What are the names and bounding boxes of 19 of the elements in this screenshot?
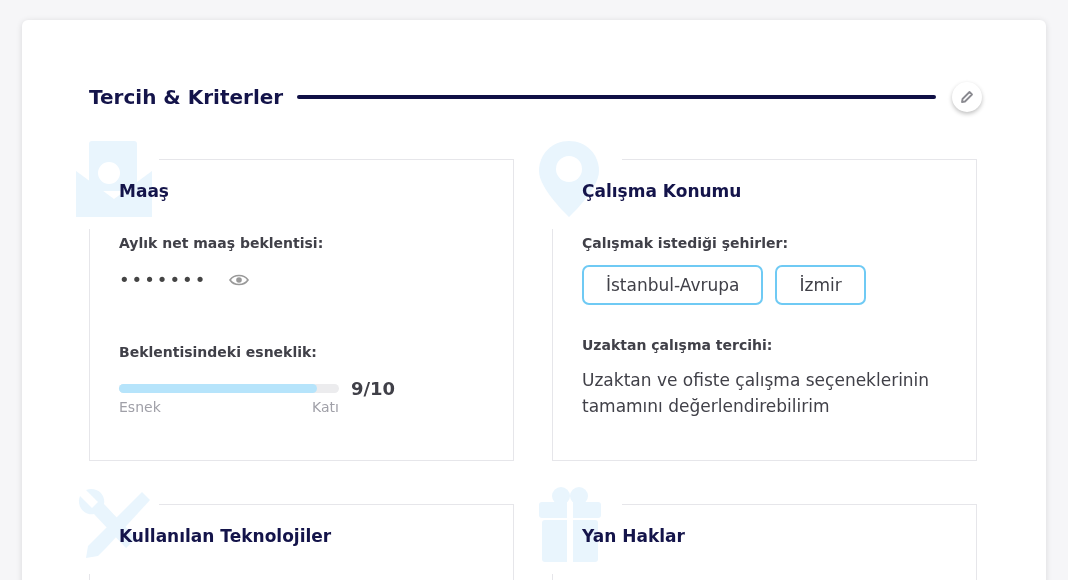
- card-title: Kullanılan Teknolojiler: [119, 526, 333, 546]
- max-label: Katı: [312, 399, 339, 415]
- city-tag: İzmir: [775, 265, 866, 305]
- field-label: Çalışmak istediği şehirler:: [582, 235, 789, 251]
- section-title: Tercih & Kriterler: [89, 85, 284, 109]
- city-tag: İstanbul-Avrupa: [582, 265, 764, 305]
- masked-salary: •••••••: [119, 269, 208, 290]
- pencil-icon: [960, 90, 974, 104]
- remote-preference: Uzaktan ve ofiste çalışma seçeneklerinin tamamını değerlendirebilirim: [582, 369, 931, 418]
- field-label: Aylık net maaş beklentisi:: [119, 235, 325, 251]
- card-title: Maaş: [119, 181, 170, 201]
- flexibility-reading: 9/10: [351, 378, 396, 399]
- field-label: Uzaktan çalışma tercihi:: [582, 337, 774, 353]
- card-title: Yan Haklar: [582, 526, 686, 546]
- field-label: Beklentisindeki esneklik:: [119, 344, 318, 360]
- edit-button[interactable]: [952, 82, 982, 112]
- min-label: Esnek: [119, 399, 161, 415]
- eye-icon[interactable]: [229, 273, 250, 286]
- card-title: Çalışma Konumu: [582, 181, 743, 201]
